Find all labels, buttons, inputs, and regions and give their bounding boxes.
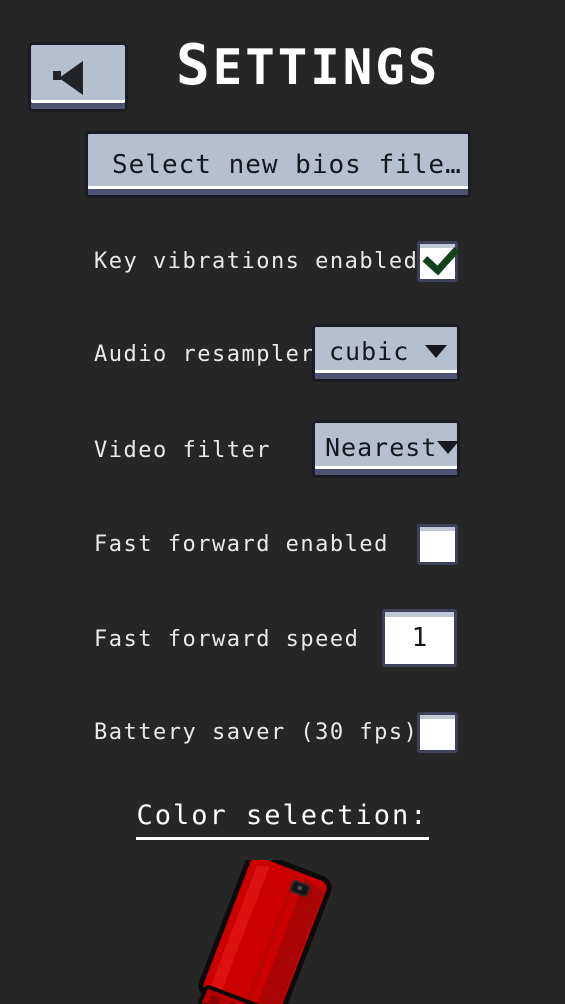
- select-bios-file-button[interactable]: Select new bios file…: [85, 131, 471, 198]
- label-key-vibrations: Key vibrations enabled: [94, 249, 419, 274]
- dropdown-audio-resampler[interactable]: cubic: [312, 324, 460, 382]
- red-handheld-device-icon: [195, 860, 332, 1004]
- row-battery-saver: Battery saver (30 fps): [0, 712, 565, 753]
- back-button[interactable]: [28, 42, 128, 112]
- select-bios-file-label: Select new bios file…: [112, 149, 462, 180]
- checkbox-key-vibrations[interactable]: [417, 237, 460, 282]
- checkbox-fast-forward-enabled[interactable]: [417, 524, 458, 565]
- back-arrow-icon: [59, 61, 83, 95]
- label-fast-forward-enabled: Fast forward enabled: [94, 532, 389, 557]
- dropdown-audio-resampler-value: cubic: [329, 336, 410, 366]
- row-audio-resampler: Audio resampler cubic: [0, 324, 565, 382]
- color-preview-device[interactable]: [0, 860, 565, 1004]
- dropdown-video-filter-value: Nearest: [325, 432, 438, 462]
- checkbox-battery-saver[interactable]: [417, 712, 458, 753]
- chevron-down-icon: [437, 440, 460, 454]
- color-selection-heading-text: Color selection:: [136, 800, 429, 840]
- row-fast-forward-speed: Fast forward speed 1: [0, 609, 565, 667]
- chevron-down-icon: [425, 344, 447, 358]
- label-fast-forward-speed: Fast forward speed: [94, 627, 360, 652]
- row-video-filter: Video filter Nearest: [0, 420, 565, 478]
- settings-screen: SETTINGS Select new bios file… Key vibra…: [0, 0, 565, 1004]
- page-title: SETTINGS: [176, 33, 441, 98]
- label-video-filter: Video filter: [94, 438, 271, 463]
- row-key-vibrations: Key vibrations enabled: [0, 237, 565, 282]
- label-battery-saver: Battery saver (30 fps): [94, 720, 419, 745]
- back-arrow-icon-notch: [53, 71, 61, 80]
- check-icon: [422, 237, 460, 276]
- header-bar: SETTINGS: [0, 0, 565, 122]
- row-fast-forward-enabled: Fast forward enabled: [0, 524, 565, 565]
- color-selection-heading: Color selection:: [0, 800, 565, 840]
- label-audio-resampler: Audio resampler: [94, 342, 316, 367]
- input-fast-forward-speed[interactable]: 1: [382, 609, 457, 667]
- dropdown-video-filter[interactable]: Nearest: [312, 420, 460, 478]
